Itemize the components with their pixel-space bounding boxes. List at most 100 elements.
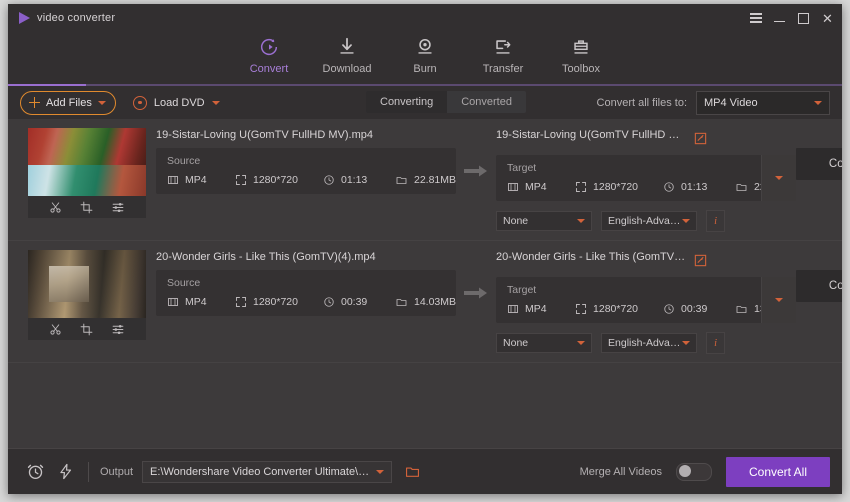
- source-size: 22.81MB: [395, 174, 456, 186]
- minimize-icon[interactable]: [773, 11, 786, 25]
- target-panel-title: Target: [507, 284, 796, 296]
- subtitle-select[interactable]: None: [496, 211, 592, 231]
- nav-tab-download[interactable]: Download: [308, 32, 386, 75]
- target-file-name: 19-Sistar-Loving U(GomTV FullHD MV).mp4: [496, 129, 686, 141]
- audio-track-select[interactable]: English-Advanc...: [601, 333, 697, 353]
- target-info: 20-Wonder Girls - Like This (GomTV)(4).m…: [496, 250, 796, 354]
- output-path-select[interactable]: E:\Wondershare Video Converter Ultimate\…: [142, 461, 392, 483]
- source-format: MP4: [167, 174, 235, 186]
- app-brand: video converter: [8, 12, 115, 24]
- nav-tab-transfer[interactable]: Transfer: [464, 32, 542, 75]
- target-format: MP4: [507, 181, 575, 193]
- thumbnail-tools: [28, 196, 146, 218]
- info-button[interactable]: i: [706, 332, 725, 354]
- source-info: 19-Sistar-Loving U(GomTV FullHD MV).mp4 …: [146, 128, 456, 194]
- source-duration-value: 01:13: [341, 174, 367, 186]
- play-logo-icon: [19, 12, 30, 24]
- info-button[interactable]: i: [706, 210, 725, 232]
- target-panel-title: Target: [507, 162, 796, 174]
- convert-button[interactable]: Convert: [796, 270, 842, 302]
- nav-tab-toolbox[interactable]: Toolbox: [542, 32, 620, 75]
- source-format-value: MP4: [185, 174, 207, 186]
- audio-track-select[interactable]: English-Advanc...: [601, 211, 697, 231]
- tab-converting[interactable]: Converting: [366, 91, 447, 113]
- target-format: MP4: [507, 303, 575, 315]
- row-action: Convert: [796, 128, 842, 180]
- edit-icon[interactable]: [694, 254, 707, 267]
- edit-icon[interactable]: [694, 132, 707, 145]
- subtitle-value: None: [503, 337, 528, 349]
- nav-label: Transfer: [483, 63, 524, 75]
- chevron-down-icon: [682, 341, 690, 345]
- chevron-down-icon: [376, 470, 384, 474]
- target-duration-value: 00:39: [681, 303, 707, 315]
- chevron-down-icon[interactable]: [212, 101, 220, 105]
- action-toolbar: Add Files Load DVD Converting Converted …: [8, 86, 842, 119]
- output-path-value: E:\Wondershare Video Converter Ultimate\…: [150, 466, 376, 478]
- nav-tab-burn[interactable]: Burn: [386, 32, 464, 75]
- target-format-value: MP4: [525, 303, 547, 315]
- conversion-arrow: [456, 128, 496, 196]
- scheduler-icon[interactable]: [20, 462, 50, 481]
- source-panel: Source MP4 1280*720: [156, 270, 456, 316]
- speed-boost-icon[interactable]: [50, 462, 80, 481]
- resize-icon: [235, 296, 247, 308]
- toggle-knob: [679, 465, 691, 477]
- app-title: video converter: [37, 12, 115, 24]
- effect-icon[interactable]: [109, 321, 127, 337]
- menu-icon[interactable]: [749, 11, 762, 25]
- output-label: Output: [100, 466, 133, 478]
- bottom-right-group: Merge All Videos Convert All: [580, 457, 830, 487]
- folder-icon: [735, 303, 748, 315]
- nav-tab-convert[interactable]: Convert: [230, 32, 308, 75]
- list-filter-tabs: Converting Converted: [366, 91, 526, 113]
- source-resolution-value: 1280*720: [253, 296, 298, 308]
- target-duration: 01:13: [663, 181, 735, 193]
- chevron-down-icon: [814, 101, 822, 105]
- source-meta-row: MP4 1280*720 01:13: [167, 174, 456, 186]
- convert-button[interactable]: Convert: [796, 148, 842, 180]
- toolbox-icon: [570, 35, 592, 58]
- trim-icon[interactable]: [47, 199, 65, 215]
- source-panel: Source MP4 1280*720: [156, 148, 456, 194]
- source-info: 20-Wonder Girls - Like This (GomTV)(4).m…: [146, 250, 456, 316]
- crop-icon[interactable]: [78, 321, 96, 337]
- source-resolution-value: 1280*720: [253, 174, 298, 186]
- video-thumbnail[interactable]: [28, 128, 146, 196]
- stream-controls: None English-Advanc... i: [496, 210, 796, 232]
- clock-icon: [663, 303, 675, 315]
- merge-all-videos-toggle[interactable]: [676, 463, 712, 481]
- convert-all-to-select[interactable]: MP4 Video: [696, 91, 830, 115]
- target-format-dropdown[interactable]: [761, 155, 796, 201]
- target-format-dropdown[interactable]: [761, 277, 796, 323]
- film-icon: [167, 296, 179, 308]
- video-thumbnail[interactable]: [28, 250, 146, 318]
- convert-all-button[interactable]: Convert All: [726, 457, 830, 487]
- crop-icon[interactable]: [78, 199, 96, 215]
- add-files-label: Add Files: [46, 97, 92, 109]
- bottom-bar: Output E:\Wondershare Video Converter Ul…: [8, 448, 842, 494]
- target-resolution: 1280*720: [575, 303, 663, 315]
- folder-icon: [395, 296, 408, 308]
- film-icon: [507, 181, 519, 193]
- load-dvd-button[interactable]: Load DVD: [133, 96, 220, 110]
- subtitle-select[interactable]: None: [496, 333, 592, 353]
- chevron-down-icon: [775, 176, 783, 180]
- table-row[interactable]: 20-Wonder Girls - Like This (GomTV)(4).m…: [8, 241, 842, 363]
- convert-all-to-label: Convert all files to:: [597, 97, 687, 109]
- effect-icon[interactable]: [109, 199, 127, 215]
- add-files-button[interactable]: Add Files: [20, 91, 116, 115]
- source-size: 14.03MB: [395, 296, 456, 308]
- convert-all-to-value: MP4 Video: [704, 97, 758, 109]
- trim-icon[interactable]: [47, 321, 65, 337]
- maximize-icon[interactable]: [797, 11, 810, 25]
- target-meta-row: MP4 1280*720: [507, 181, 796, 193]
- tab-converted[interactable]: Converted: [447, 91, 526, 113]
- source-meta-row: MP4 1280*720 00:39: [167, 296, 456, 308]
- conversion-arrow: [456, 250, 496, 318]
- open-folder-button[interactable]: [404, 464, 421, 479]
- table-row[interactable]: 19-Sistar-Loving U(GomTV FullHD MV).mp4 …: [8, 119, 842, 241]
- chevron-down-icon[interactable]: [98, 101, 106, 105]
- close-icon[interactable]: ✕: [821, 11, 834, 25]
- nav-label: Convert: [250, 63, 289, 75]
